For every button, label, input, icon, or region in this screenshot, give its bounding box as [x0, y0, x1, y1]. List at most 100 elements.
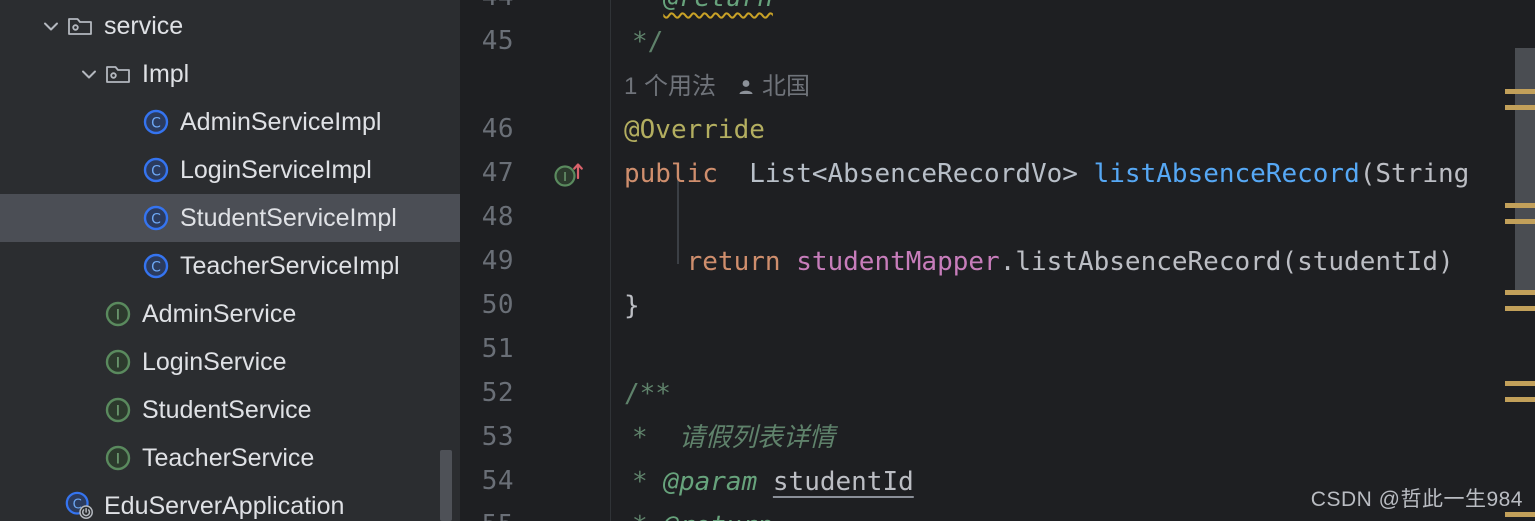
tree-item-loginserviceimpl[interactable]: C LoginServiceImpl: [0, 146, 460, 194]
code-token: */: [632, 27, 664, 57]
java-interface-icon: I: [102, 346, 134, 378]
tree-item-label: EduServerApplication: [104, 491, 345, 520]
code-token: studentMapper: [796, 247, 1000, 277]
svg-text:I: I: [563, 170, 567, 184]
tree-item-loginservice[interactable]: I LoginService: [0, 338, 460, 386]
package-folder-icon: [102, 58, 134, 90]
code-line[interactable]: * @param studentId: [632, 460, 914, 504]
svg-text:I: I: [116, 452, 120, 468]
line-number: 49: [481, 246, 514, 276]
svg-text:C: C: [151, 164, 161, 180]
editor-gutter[interactable]: 44 45 46 47 I 48 49 50 51 52 53 54 55: [460, 0, 610, 521]
code-token: @param: [663, 467, 758, 497]
error-stripe-mark[interactable]: [1505, 397, 1535, 402]
code-token: listAbsenceRecord: [1093, 159, 1360, 189]
code-token: @Override: [624, 115, 765, 145]
svg-text:I: I: [116, 308, 120, 324]
tree-item-impl[interactable]: Impl: [0, 50, 460, 98]
tree-item-eduserverapplication[interactable]: C EduServerApplication: [0, 482, 460, 521]
tree-item-label: TeacherService: [142, 443, 315, 472]
tree-item-label: LoginService: [142, 347, 287, 376]
code-line[interactable]: */: [632, 20, 663, 64]
svg-text:I: I: [116, 404, 120, 420]
codelens-usages[interactable]: 1 个用法: [624, 73, 716, 100]
tree-item-teacherservice[interactable]: I TeacherService: [0, 434, 460, 482]
error-stripe-mark[interactable]: [1505, 381, 1535, 386]
svg-text:C: C: [151, 212, 161, 228]
line-number: 50: [481, 290, 514, 320]
person-icon: [736, 71, 756, 101]
error-stripe-mark[interactable]: [1505, 203, 1535, 208]
code-token: List<AbsenceRecordVo>: [749, 159, 1078, 189]
code-token: }: [624, 291, 640, 321]
error-stripe-mark[interactable]: [1505, 219, 1535, 224]
java-interface-icon: I: [102, 442, 134, 474]
code-line[interactable]: public List<AbsenceRecordVo> listAbsence…: [624, 152, 1469, 196]
code-token: 请假列表详情: [678, 423, 835, 453]
tree-item-label: AdminService: [142, 299, 297, 328]
code-line[interactable]: @Override: [624, 108, 765, 152]
error-stripe-column[interactable]: [1505, 0, 1535, 521]
tree-item-label: LoginServiceImpl: [180, 155, 372, 184]
line-number: 53: [481, 422, 514, 452]
svg-text:C: C: [151, 116, 161, 132]
editor-scrollbar-thumb[interactable]: [1515, 48, 1535, 290]
tree-item-label: StudentService: [142, 395, 312, 424]
code-token: *: [632, 511, 663, 521]
tree-item-label: service: [104, 11, 184, 40]
watermark: CSDN @哲此一生984: [1310, 488, 1523, 511]
tree-item-adminservice[interactable]: I AdminService: [0, 290, 460, 338]
code-token: (String: [1359, 159, 1470, 189]
tree-item-adminserviceimpl[interactable]: C AdminServiceImpl: [0, 98, 460, 146]
code-token: *: [632, 467, 664, 497]
line-number: 47: [481, 158, 514, 188]
code-line[interactable]: * 请假列表详情: [632, 416, 835, 460]
java-class-icon: C: [140, 106, 172, 138]
java-interface-icon: I: [102, 394, 134, 426]
java-class-icon: C: [140, 154, 172, 186]
implementing-method-icon[interactable]: I: [552, 154, 596, 194]
tree-item-teacherserviceimpl[interactable]: C TeacherServiceImpl: [0, 242, 460, 290]
sidebar-scrollbar-thumb[interactable]: [440, 450, 452, 521]
codelens-author[interactable]: 北国: [762, 73, 810, 100]
code-token: public: [624, 159, 718, 189]
chevron-down-icon[interactable]: [76, 61, 102, 87]
error-stripe-mark[interactable]: [1505, 89, 1535, 94]
tree-item-label: Impl: [142, 59, 190, 88]
code-token: @return: [663, 0, 773, 13]
ide-window: service Impl C AdminServiceImpl C LoginServic…: [0, 0, 1535, 521]
line-number: 44: [482, 0, 514, 12]
code-line[interactable]: return studentMapper.listAbsenceRecord(s…: [624, 240, 1454, 284]
tree-item-label: StudentServiceImpl: [180, 203, 397, 232]
code-token: /**: [624, 379, 671, 409]
project-tool-window[interactable]: service Impl C AdminServiceImpl C LoginServic…: [0, 0, 460, 521]
error-stripe-mark[interactable]: [1505, 290, 1535, 295]
code-line[interactable]: }: [624, 284, 640, 328]
line-number: 55: [482, 510, 514, 521]
java-runnable-class-icon: C: [64, 490, 96, 521]
editor-area[interactable]: 44 45 46 47 I 48 49 50 51 52 53 54 55 * @return */ @Ov…: [460, 0, 1535, 521]
tree-item-studentservice[interactable]: I StudentService: [0, 386, 460, 434]
code-content[interactable]: * @return */ @Override public List<AbsenceR…: [610, 0, 1535, 521]
code-token: studentId: [772, 467, 914, 497]
code-token: @return: [663, 511, 773, 521]
code-token: *: [632, 423, 679, 453]
code-token: .listAbsenceRecord(studentId): [999, 247, 1454, 277]
package-folder-icon: [64, 10, 96, 42]
svg-text:C: C: [151, 260, 161, 276]
code-line[interactable]: * @return: [632, 504, 773, 521]
tree-item-studentserviceimpl[interactable]: C StudentServiceImpl: [0, 194, 460, 242]
error-stripe-mark[interactable]: [1505, 105, 1535, 110]
code-token: *: [632, 0, 663, 13]
chevron-down-icon[interactable]: [38, 13, 64, 39]
codelens-hint[interactable]: 1 个用法 北国: [624, 64, 810, 109]
svg-text:I: I: [116, 356, 120, 372]
error-stripe-mark[interactable]: [1505, 306, 1535, 311]
tree-item-service[interactable]: service: [0, 2, 460, 50]
tree-item-label: TeacherServiceImpl: [180, 251, 400, 280]
code-line[interactable]: /**: [624, 372, 671, 416]
code-line[interactable]: * @return: [632, 0, 773, 20]
